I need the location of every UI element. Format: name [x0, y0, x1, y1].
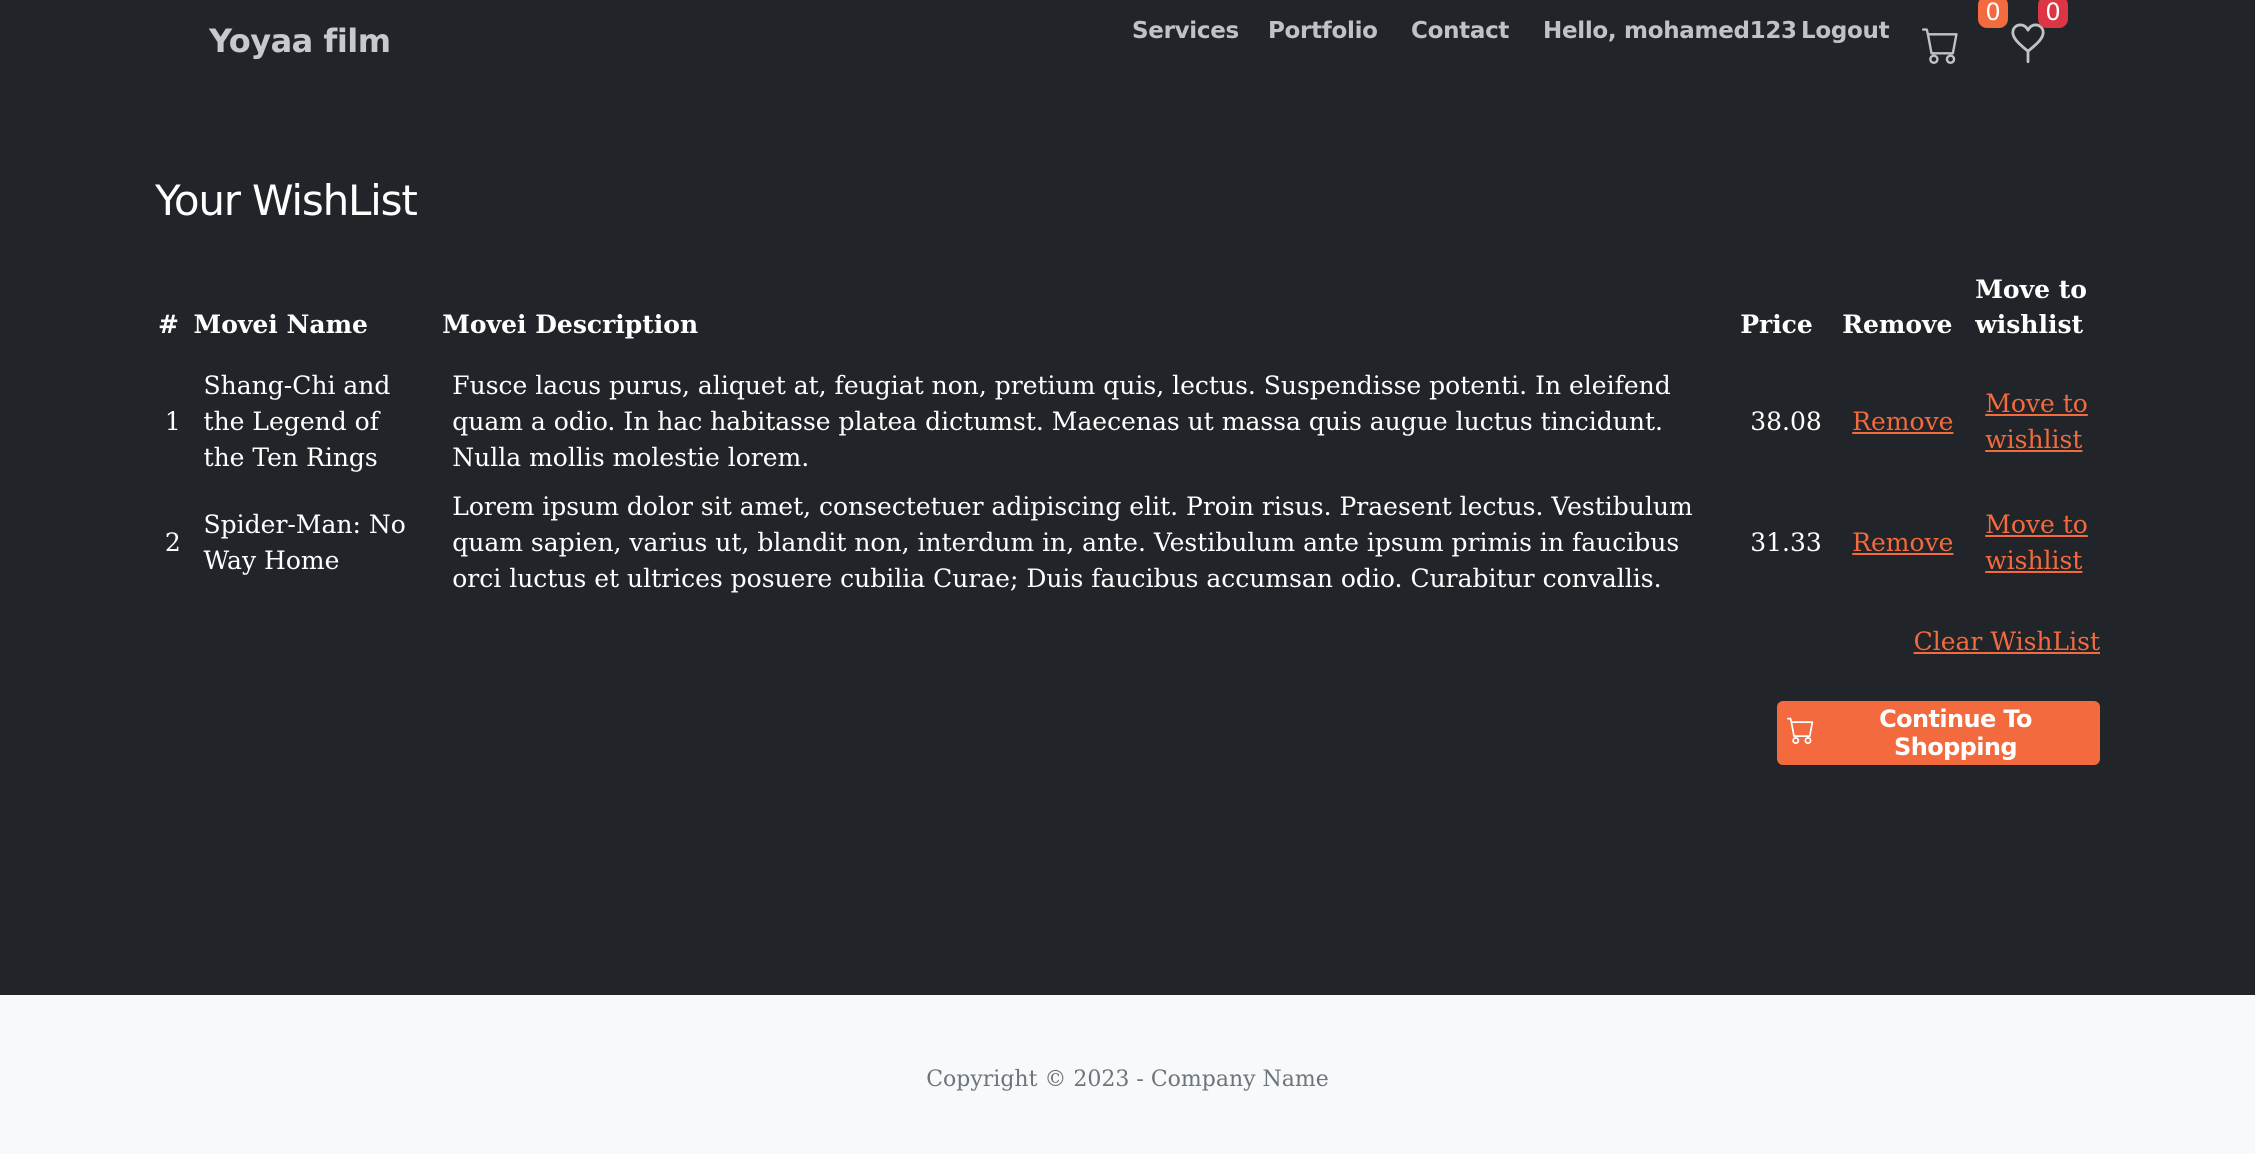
page: Yoyaa film Services Portfolio Contact He… — [0, 0, 2255, 1154]
table-header-row: # Movei Name Movei Description Price Rem… — [155, 270, 2101, 368]
page-title: Your WishList — [155, 176, 418, 225]
nav-services[interactable]: Services — [1132, 18, 1239, 44]
cart-icon — [1787, 716, 1815, 750]
continue-shopping-label: Continue To Shopping — [1879, 705, 2032, 761]
row-number: 1 — [164, 407, 181, 436]
movie-price: 31.33 — [1750, 528, 1822, 557]
remove-cell: Remove — [1839, 489, 1972, 610]
table-row: 2 Spider-Man: No Way Home Lorem ipsum do… — [155, 489, 2101, 610]
movie-description: Lorem ipsum dolor sit amet, consectetuer… — [452, 492, 1693, 593]
move-to-wishlist-link[interactable]: Move to wishlist — [1985, 389, 2088, 454]
remove-link[interactable]: Remove — [1852, 528, 1953, 557]
navbar: Yoyaa film Services Portfolio Contact He… — [0, 0, 2255, 92]
cart-icon — [1922, 28, 1960, 68]
copyright-text: Copyright © 2023 - Company Name — [926, 1067, 1329, 1092]
wishlist-count-badge: 0 — [2038, 0, 2068, 28]
nav-contact[interactable]: Contact — [1411, 18, 1509, 44]
remove-cell: Remove — [1839, 368, 1972, 489]
movie-price: 38.08 — [1750, 407, 1822, 436]
col-header-move: Move to wishlist — [1975, 275, 2087, 339]
nav-user-greeting[interactable]: Hello, mohamed123 — [1543, 18, 1797, 44]
remove-link[interactable]: Remove — [1852, 407, 1953, 436]
nav-links: Services Portfolio Contact Hello, mohame… — [0, 18, 2255, 58]
movie-name: Shang-Chi and the Legend of the Ten Ring… — [203, 371, 391, 472]
movie-description: Fusce lacus purus, aliquet at, feugiat n… — [452, 371, 1671, 472]
heart-icon — [2009, 23, 2047, 68]
movie-name: Spider-Man: No Way Home — [203, 510, 406, 575]
move-cell: Move to wishlist — [1972, 368, 2101, 489]
cart-link[interactable] — [1922, 26, 1962, 66]
clear-wishlist-link[interactable]: Clear WishList — [1914, 627, 2100, 656]
nav-portfolio[interactable]: Portfolio — [1268, 18, 1378, 44]
wishlist-table: # Movei Name Movei Description Price Rem… — [155, 270, 2101, 610]
col-header-price: Price — [1740, 310, 1813, 339]
move-cell: Move to wishlist — [1972, 489, 2101, 610]
cart-count-badge: 0 — [1978, 0, 2008, 28]
table-row: 1 Shang-Chi and the Legend of the Ten Ri… — [155, 368, 2101, 489]
continue-shopping-button[interactable]: Continue To Shopping — [1777, 701, 2100, 765]
footer: Copyright © 2023 - Company Name — [0, 995, 2255, 1154]
nav-logout[interactable]: Logout — [1801, 18, 1890, 44]
col-header-remove: Remove — [1842, 310, 1953, 339]
col-header-number: # — [158, 310, 179, 339]
wishlist-link[interactable] — [2009, 22, 2049, 64]
row-number: 2 — [164, 528, 181, 557]
move-to-wishlist-link[interactable]: Move to wishlist — [1985, 510, 2088, 575]
col-header-description: Movei Description — [442, 310, 699, 339]
col-header-name: Movei Name — [193, 310, 368, 339]
